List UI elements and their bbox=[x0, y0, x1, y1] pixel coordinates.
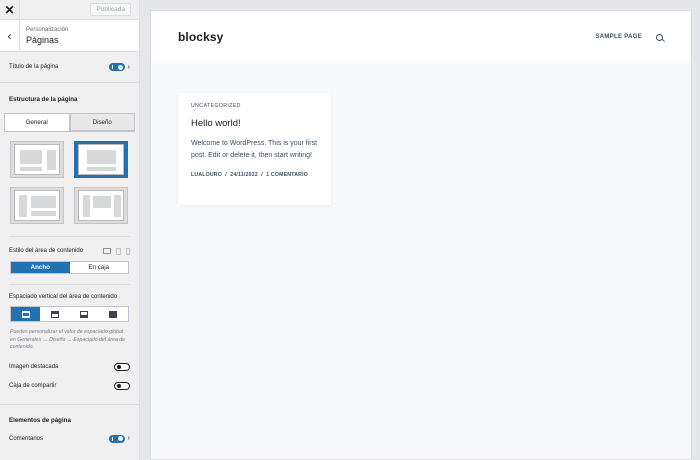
chevron-right-icon[interactable]: › bbox=[128, 64, 130, 71]
option-wide[interactable]: Ancho bbox=[11, 262, 70, 273]
post-title[interactable]: Hello world! bbox=[191, 118, 318, 129]
section-header: ‹ Personalización Páginas bbox=[0, 19, 139, 52]
option-boxed[interactable]: En caja bbox=[69, 262, 128, 273]
publish-button[interactable]: Publicada bbox=[90, 3, 131, 16]
comments-toggle[interactable] bbox=[108, 434, 125, 443]
post-card: UNCATEGORIZED Hello world! Welcome to Wo… bbox=[178, 93, 331, 205]
divider bbox=[0, 82, 139, 83]
vertical-spacing-row: Espaciado vertical del área de contenido bbox=[0, 288, 139, 306]
layout-option-left-sidebar[interactable] bbox=[10, 187, 64, 224]
post-comments[interactable]: 1 COMENTARIO bbox=[266, 172, 308, 178]
page-title-label: Título de la página bbox=[9, 64, 59, 70]
vertical-spacing-options bbox=[10, 306, 129, 322]
tab-general[interactable]: General bbox=[4, 113, 70, 131]
comments-row[interactable]: Comentarios › bbox=[0, 429, 139, 449]
page-elements-title: Elementos de página bbox=[9, 416, 71, 424]
content-style-row: Estilo del área de contenido bbox=[0, 241, 139, 261]
post-meta: LUALOURO / 24/11/2022 / 1 COMENTARIO bbox=[191, 172, 308, 178]
nav-sample-page[interactable]: SAMPLE PAGE bbox=[595, 34, 642, 40]
customizer-sidebar: ✕ Publicada ‹ Personalización Páginas Tí… bbox=[0, 0, 140, 460]
content-style-toggle: Ancho En caja bbox=[10, 261, 129, 274]
divider bbox=[0, 403, 139, 405]
close-icon[interactable]: ✕ bbox=[0, 0, 20, 20]
spacing-top-icon[interactable] bbox=[40, 307, 69, 321]
layout-option-no-sidebar[interactable] bbox=[74, 141, 128, 178]
share-box-label: Caja de compartir bbox=[9, 382, 57, 389]
page-title-row[interactable]: Título de la página › bbox=[0, 52, 139, 82]
post-excerpt: Welcome to WordPress. This is your first… bbox=[191, 140, 318, 159]
page-title-toggle[interactable] bbox=[108, 63, 125, 71]
post-category[interactable]: UNCATEGORIZED bbox=[191, 103, 318, 109]
site-header: blocksy SAMPLE PAGE bbox=[151, 11, 691, 63]
content-style-label: Estilo del área de contenido bbox=[9, 248, 84, 254]
post-author[interactable]: LUALOURO bbox=[191, 172, 222, 178]
divider bbox=[9, 284, 130, 285]
desktop-icon[interactable] bbox=[103, 248, 111, 254]
mobile-icon[interactable] bbox=[126, 247, 130, 255]
structure-title: Estructura de la página bbox=[9, 96, 78, 103]
share-box-toggle[interactable] bbox=[114, 381, 130, 390]
chevron-right-icon[interactable]: › bbox=[128, 435, 130, 442]
spacing-bottom-icon[interactable] bbox=[70, 307, 99, 321]
search-icon[interactable] bbox=[656, 33, 663, 41]
customizer-topbar: ✕ Publicada bbox=[0, 0, 139, 20]
section-title: Páginas bbox=[26, 34, 59, 45]
tablet-icon[interactable] bbox=[116, 247, 121, 255]
site-nav: SAMPLE PAGE bbox=[595, 33, 663, 41]
share-box-row[interactable]: Caja de compartir bbox=[0, 377, 139, 395]
featured-image-label: Imagen destacada bbox=[9, 363, 59, 370]
back-chevron-icon[interactable]: ‹ bbox=[0, 19, 20, 52]
spacing-none-icon[interactable] bbox=[99, 307, 128, 321]
featured-image-row[interactable]: Imagen destacada bbox=[0, 357, 139, 377]
spacing-note: Puedes personalizar el valor de espaciad… bbox=[10, 329, 126, 350]
featured-image-toggle[interactable] bbox=[114, 362, 130, 371]
post-date: 24/11/2022 bbox=[230, 172, 258, 178]
comments-label: Comentarios bbox=[9, 435, 44, 442]
layout-option-both-sidebars[interactable] bbox=[74, 187, 128, 224]
layout-options bbox=[0, 141, 139, 224]
spacing-top-bottom-icon[interactable] bbox=[11, 307, 41, 321]
divider bbox=[9, 236, 130, 237]
tab-design[interactable]: Diseño bbox=[69, 113, 135, 131]
vertical-spacing-label: Espaciado vertical del área de contenido bbox=[9, 294, 118, 300]
layout-option-right-sidebar[interactable] bbox=[10, 141, 64, 178]
site-preview: blocksy SAMPLE PAGE UNCATEGORIZED Hello … bbox=[150, 10, 692, 460]
structure-tabs: General Diseño bbox=[4, 113, 135, 131]
breadcrumb: Personalización bbox=[26, 26, 69, 33]
site-logo[interactable]: blocksy bbox=[178, 30, 223, 44]
